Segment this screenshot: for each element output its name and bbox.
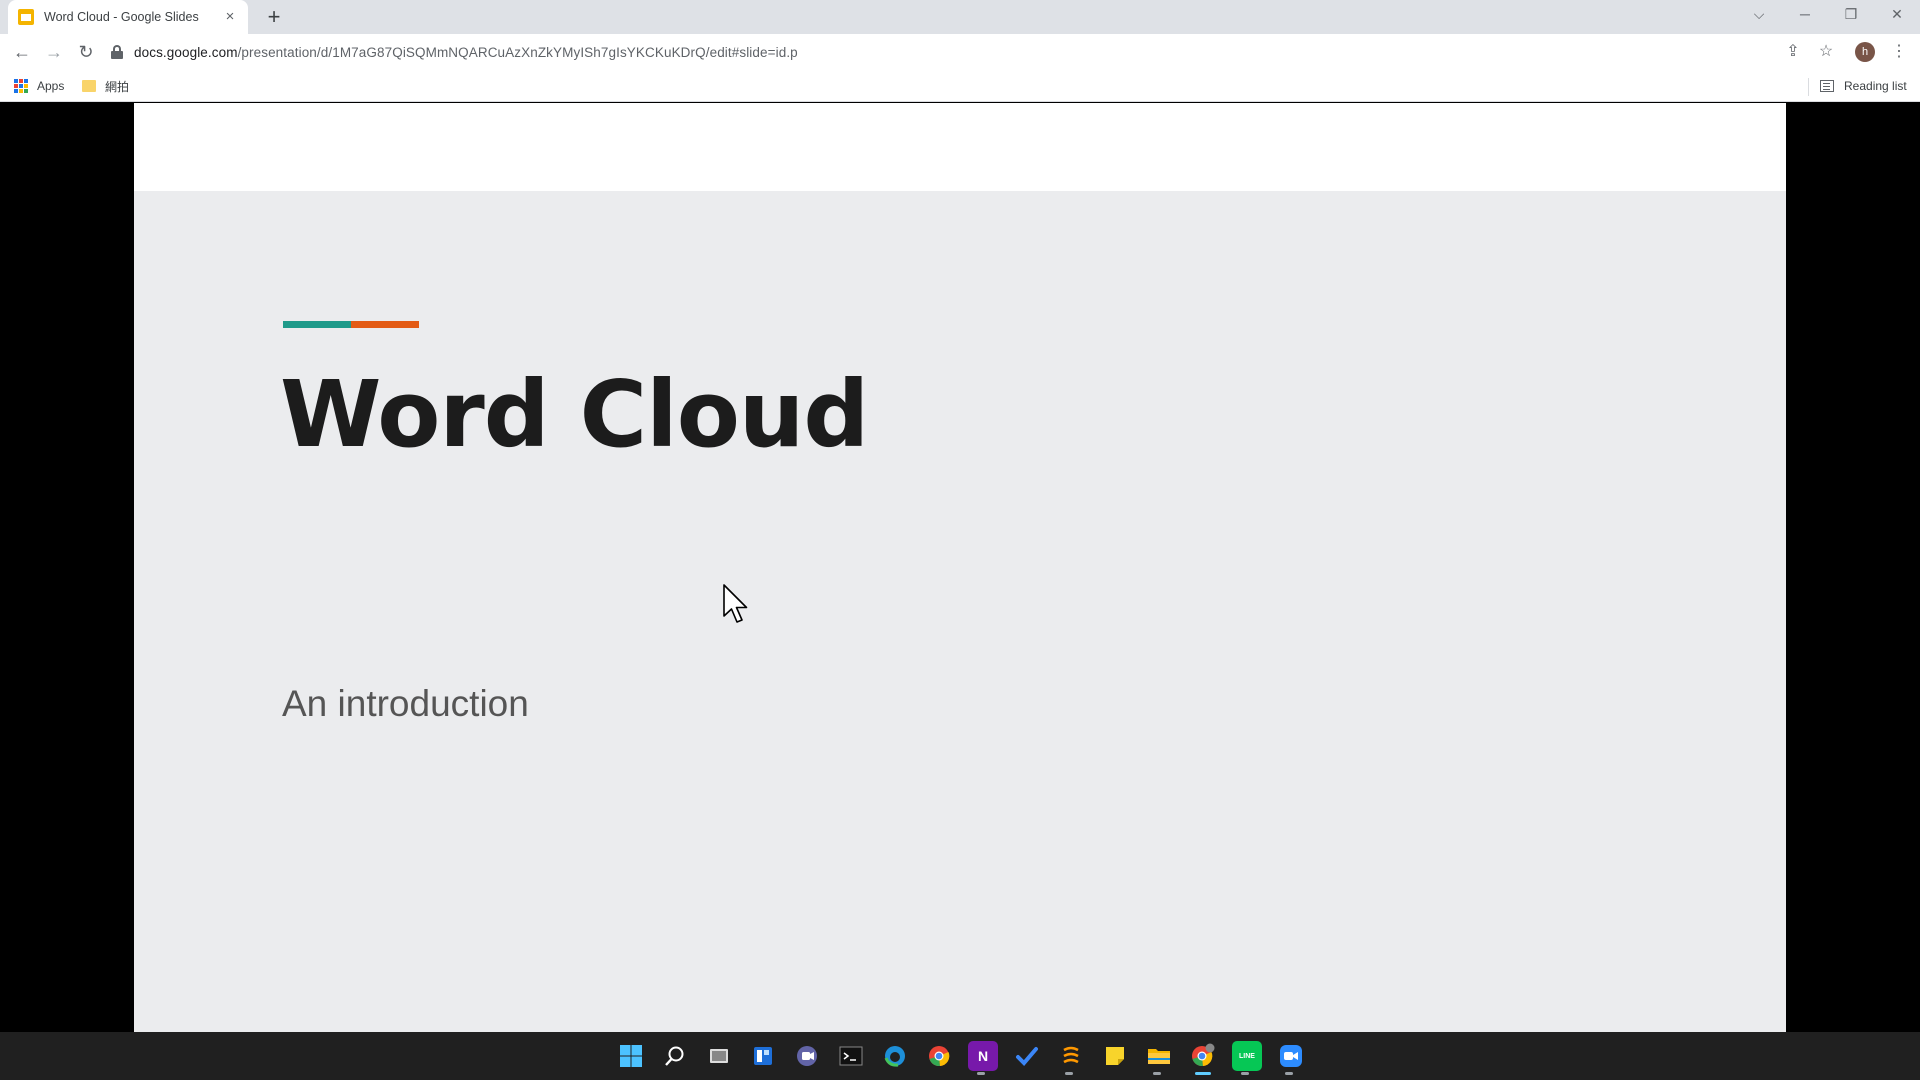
accent-bar-teal bbox=[283, 321, 351, 328]
todo-icon[interactable] bbox=[1012, 1041, 1042, 1071]
active-indicator bbox=[1195, 1072, 1211, 1075]
reading-list-button[interactable]: Reading list bbox=[1820, 76, 1907, 96]
address-bar[interactable]: docs.google.com/presentation/d/1M7aG87Qi… bbox=[110, 37, 1780, 67]
line-icon[interactable]: LINE bbox=[1232, 1041, 1262, 1071]
running-indicator bbox=[1241, 1072, 1249, 1075]
url-path: /presentation/d/1M7aG87QiSQMmNQARCuAzXnZ… bbox=[237, 44, 798, 60]
teams-chat-icon[interactable] bbox=[792, 1041, 822, 1071]
search-icon[interactable] bbox=[660, 1041, 690, 1071]
zoom-icon[interactable] bbox=[1276, 1041, 1306, 1071]
browser-menu-icon[interactable]: ⋮ bbox=[1885, 38, 1913, 66]
share-icon[interactable]: ⇪ bbox=[1779, 38, 1807, 66]
windows-taskbar: N LINE bbox=[0, 1032, 1920, 1080]
bookmark-label: Apps bbox=[37, 79, 65, 93]
url-host: docs.google.com bbox=[134, 44, 238, 60]
bookmarks-bar: Apps 網拍 Reading list bbox=[0, 70, 1920, 102]
browser-toolbar: ← → ↻ docs.google.com/presentation/d/1M7… bbox=[0, 34, 1920, 70]
minimize-button[interactable]: ─ bbox=[1782, 0, 1828, 30]
back-button[interactable]: ← bbox=[8, 38, 36, 66]
forward-button[interactable]: → bbox=[40, 38, 68, 66]
task-view-icon[interactable] bbox=[704, 1041, 734, 1071]
accent-bar-orange bbox=[351, 321, 419, 328]
sticky-notes-icon[interactable] bbox=[1100, 1041, 1130, 1071]
running-indicator bbox=[1285, 1072, 1293, 1075]
close-tab-icon[interactable]: × bbox=[222, 9, 238, 25]
restore-button[interactable]: ❐ bbox=[1828, 0, 1874, 30]
running-indicator bbox=[1065, 1072, 1073, 1075]
tab-title: Word Cloud - Google Slides bbox=[44, 10, 199, 24]
edge-icon[interactable] bbox=[880, 1041, 910, 1071]
slide-title: Word Cloud bbox=[280, 361, 869, 468]
chrome-icon[interactable] bbox=[924, 1041, 954, 1071]
browser-tab[interactable]: Word Cloud - Google Slides × bbox=[8, 0, 248, 34]
google-slides-icon bbox=[18, 9, 34, 25]
chrome-profile-icon[interactable] bbox=[1188, 1041, 1218, 1071]
widgets-icon[interactable] bbox=[748, 1041, 778, 1071]
new-tab-button[interactable]: + bbox=[262, 6, 286, 30]
tab-search-icon[interactable]: ⌵ bbox=[1736, 0, 1782, 30]
slide[interactable]: Word Cloud An introduction bbox=[134, 191, 1786, 1032]
profile-avatar[interactable]: h bbox=[1855, 42, 1875, 62]
tab-strip: Word Cloud - Google Slides × + ⌵ ─ ❐ ✕ bbox=[0, 0, 1920, 34]
slide-subtitle: An introduction bbox=[282, 683, 529, 724]
bookmark-label: 網拍 bbox=[105, 79, 130, 94]
apps-grid-icon bbox=[14, 79, 28, 93]
bookmark-folder[interactable]: 網拍 bbox=[82, 76, 129, 96]
bookmark-apps[interactable]: Apps bbox=[14, 76, 64, 96]
reading-list-icon bbox=[1820, 80, 1834, 92]
bookmarks-divider bbox=[1808, 78, 1809, 96]
running-indicator bbox=[1153, 1072, 1161, 1075]
close-window-button[interactable]: ✕ bbox=[1874, 0, 1920, 30]
reading-list-label: Reading list bbox=[1844, 79, 1907, 93]
folder-icon bbox=[82, 80, 96, 92]
onenote-icon[interactable]: N bbox=[968, 1041, 998, 1071]
reload-button[interactable]: ↻ bbox=[72, 38, 100, 66]
slide-top-band bbox=[134, 103, 1786, 191]
sublime-icon[interactable] bbox=[1056, 1041, 1086, 1071]
bookmark-star-icon[interactable]: ☆ bbox=[1812, 38, 1840, 66]
running-indicator bbox=[977, 1072, 985, 1075]
mouse-cursor-icon bbox=[723, 584, 748, 623]
lock-icon[interactable] bbox=[110, 45, 124, 59]
file-explorer-icon[interactable] bbox=[1144, 1041, 1174, 1071]
terminal-icon[interactable] bbox=[836, 1041, 866, 1071]
windows-start-icon[interactable] bbox=[616, 1041, 646, 1071]
presentation-viewport: Word Cloud An introduction bbox=[0, 103, 1920, 1032]
url-text: docs.google.com/presentation/d/1M7aG87Qi… bbox=[134, 45, 798, 60]
accent-bar bbox=[283, 321, 419, 328]
